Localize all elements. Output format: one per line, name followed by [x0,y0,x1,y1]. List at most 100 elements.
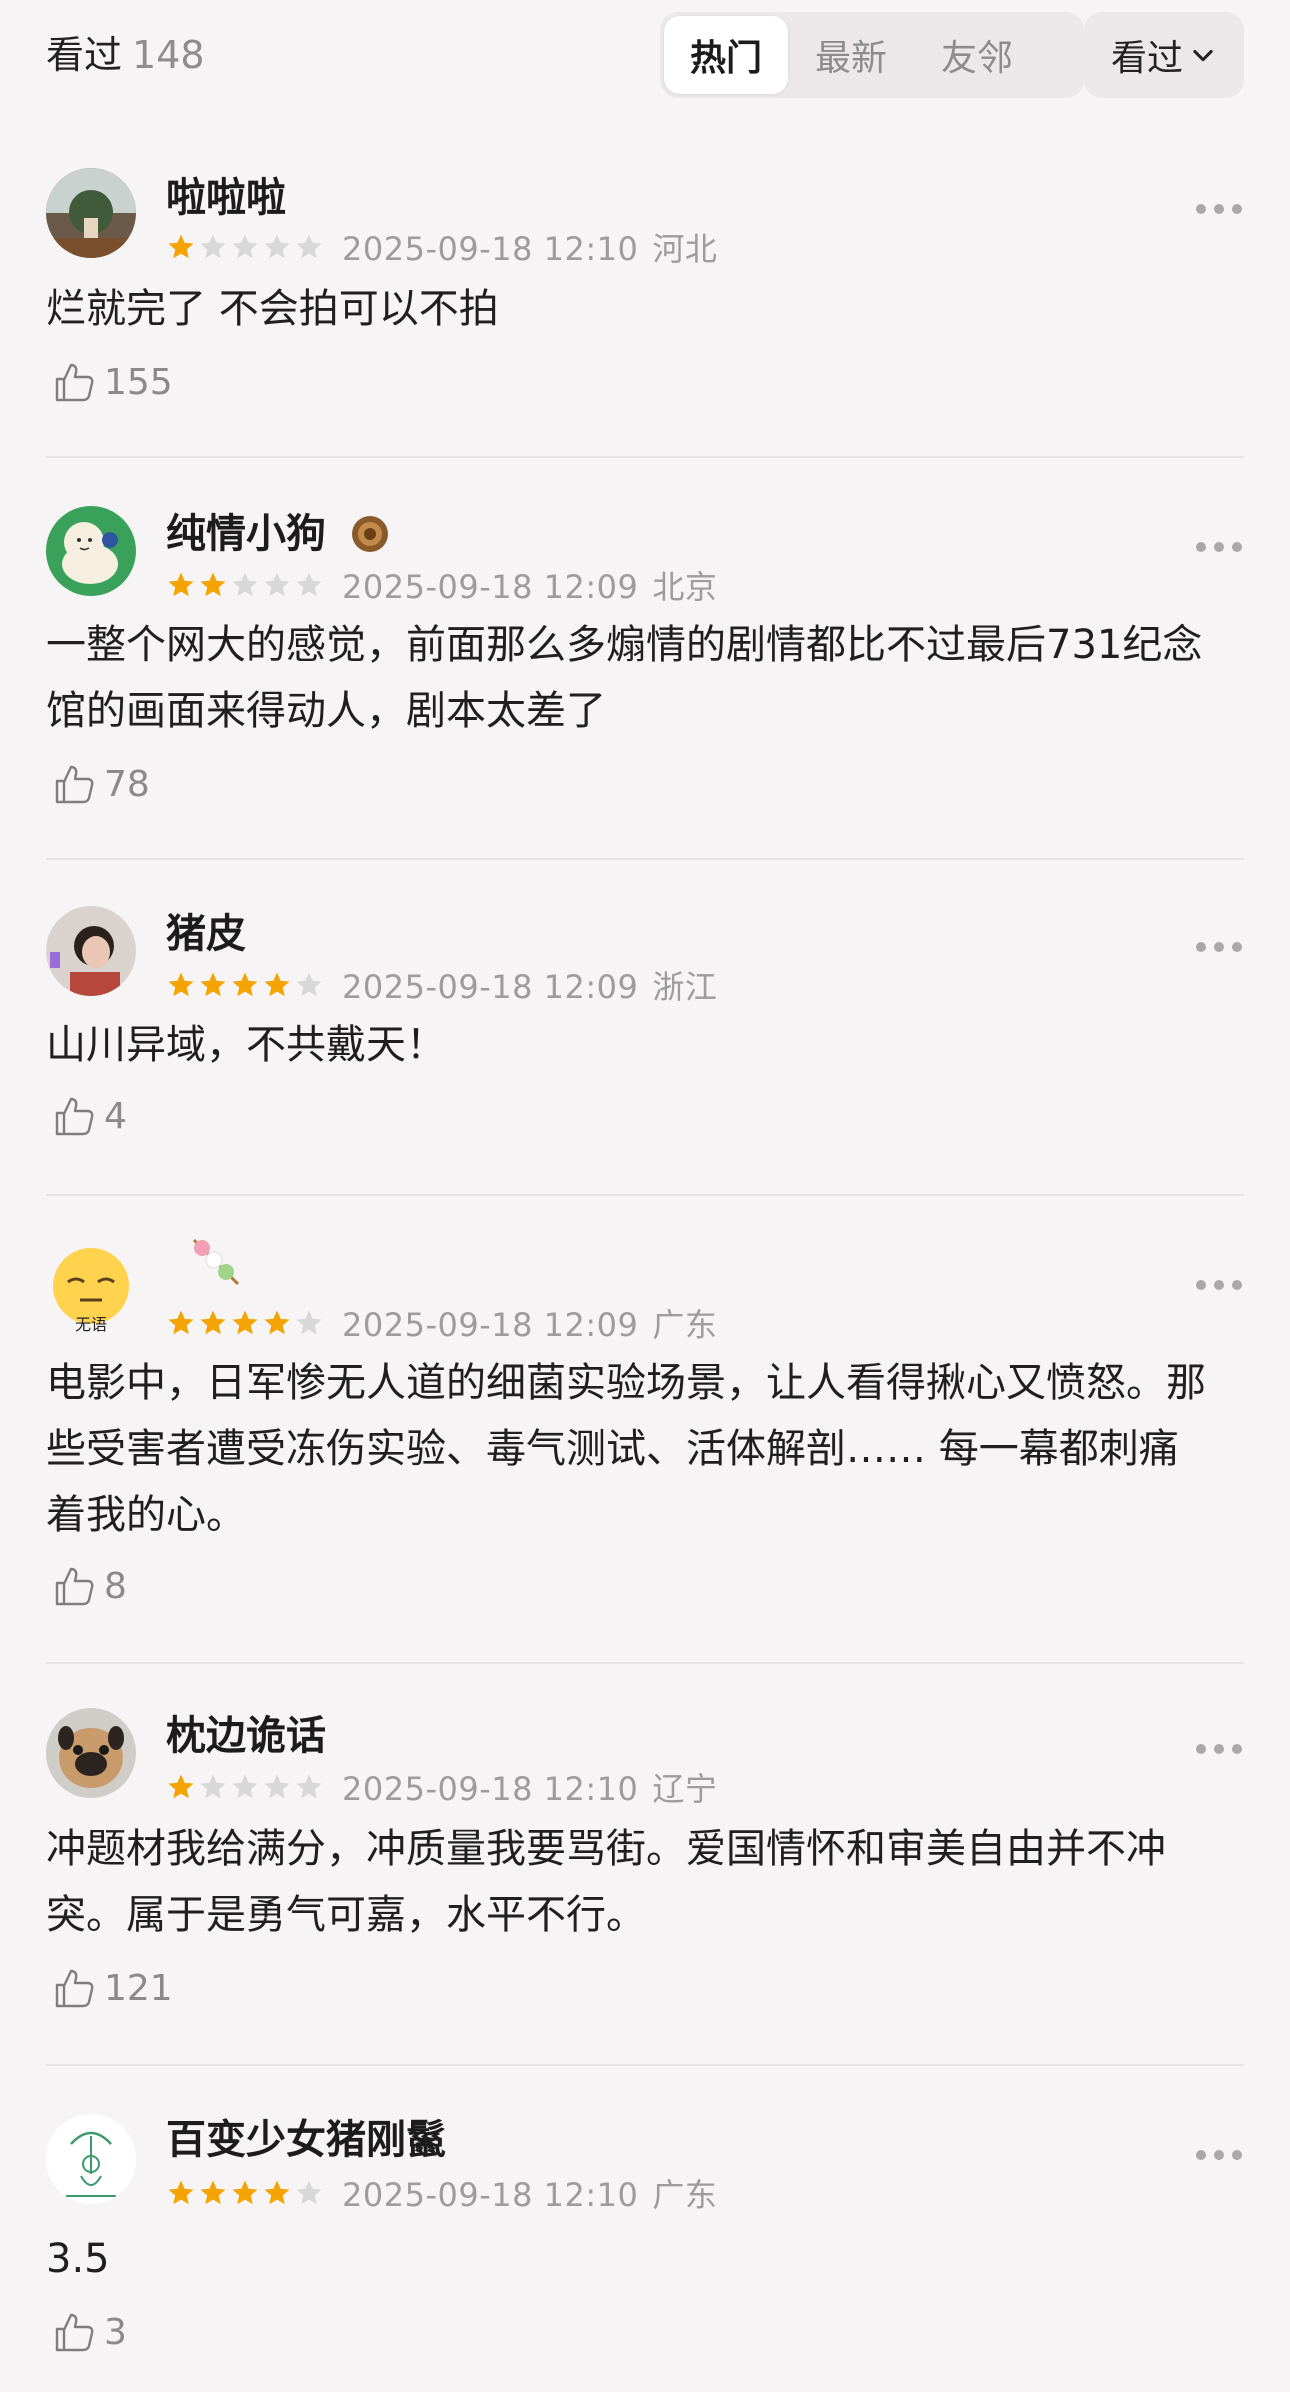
like-button[interactable]: 3 [50,2308,127,2356]
star-empty-icon [296,1774,322,1799]
star-filled-icon [264,1310,290,1335]
username[interactable]: 猪皮 [166,910,246,958]
star-filled-icon [168,234,194,259]
avatar[interactable]: 无语 [46,1244,136,1334]
thumbs-up-icon [55,363,94,402]
comment-text: 3.5 [46,2236,110,2282]
comment-meta: 2025-09-18 12:10 广东 [166,2170,717,2216]
star-empty-icon [232,1774,258,1799]
like-button[interactable]: 4 [50,1092,127,1140]
comment-region: 浙江 [652,968,718,1006]
comment-meta: 2025-09-18 12:09 广东 [166,1300,717,1346]
username[interactable]: 纯情小狗 [166,510,326,558]
avatar-caption: 无语 [75,1315,107,1334]
comment-region: 北京 [652,568,718,606]
comment-text: 山川异域，不共戴天！ [46,1022,446,1068]
star-empty-icon [232,572,258,597]
comment-time: 2025-09-18 12:09 [342,568,639,606]
star-filled-icon [232,2180,258,2205]
comment-time: 2025-09-18 12:10 [342,2176,639,2214]
avatar[interactable] [46,1708,136,1798]
comment-item: 啦啦啦 2025-09-18 12:10 河北 烂就完了 不会拍可以不拍 155 [46,110,1244,458]
star-filled-icon [168,572,194,597]
sort-tabs: 热门 最新 友邻 [660,12,1084,98]
comment-region: 河北 [652,230,718,268]
more-options-icon[interactable] [1196,1280,1242,1294]
more-options-icon[interactable] [1196,204,1242,218]
rating-stars [166,232,324,262]
comment-item: 枕边诡话 2025-09-18 12:10 辽宁 冲题材我给满分，冲质量我要骂街。… [46,1664,1244,2066]
comment-text: 电影中，日军惨无人道的细菌实验场景，让人看得揪心又愤怒。那些受害者遭受冻伤实验、… [46,1360,1206,1538]
thumbs-up-icon [55,1097,94,1136]
more-options-icon[interactable] [1196,542,1242,556]
like-button[interactable]: 8 [50,1562,127,1610]
comment-region: 广东 [652,2176,718,2214]
tab-hot[interactable]: 热门 [664,16,788,94]
comment-item: 猪皮 2025-09-18 12:09 浙江 山川异域，不共戴天！ 4 [46,860,1244,1196]
chevron-down-icon [1193,49,1213,62]
comment-item: 百变少女猪刚鬣 2025-09-18 12:10 广东 3.5 3 [46,2066,1244,2386]
thumbs-up-icon [55,1969,94,2008]
like-count: 121 [104,1967,173,2009]
comment-time: 2025-09-18 12:10 [342,1770,639,1808]
comments-page: 看过 148 热门 最新 友邻 看过 啦啦啦 2025-09-18 12:10 河北… [0,0,1290,2392]
star-empty-icon [296,1310,322,1335]
like-count: 155 [104,361,173,403]
star-filled-icon [200,2180,226,2205]
rating-stars [166,570,324,600]
star-filled-icon [200,572,226,597]
star-empty-icon [296,234,322,259]
avatar[interactable] [46,168,136,258]
rating-stars [166,1308,324,1338]
more-options-icon[interactable] [1196,2150,1242,2164]
like-button[interactable]: 155 [50,358,173,406]
more-options-icon[interactable] [1196,942,1242,956]
username[interactable]: 百变少女猪刚鬣 [166,2116,446,2164]
star-empty-icon [200,1774,226,1799]
like-count: 3 [104,2311,127,2353]
star-empty-icon [296,972,322,997]
medal-icon [352,516,388,552]
comment-meta: 2025-09-18 12:09 北京 [166,562,717,608]
rating-stars [166,1772,324,1802]
username[interactable]: 啦啦啦 [166,174,286,222]
star-empty-icon [232,234,258,259]
comment-text: 一整个网大的感觉，前面那么多煽情的剧情都比不过最后731纪念馆的画面来得动人，剧… [46,622,1203,734]
seen-count-label: 看过 148 [46,34,205,76]
comment-item: 纯情小狗 2025-09-18 12:09 北京 一整个网大的感觉，前面那么多煽情… [46,458,1244,860]
comment-region: 辽宁 [652,1770,718,1808]
thumbs-up-icon [55,2313,94,2352]
star-filled-icon [168,1774,194,1799]
seen-count: 148 [132,33,205,77]
avatar[interactable] [46,506,136,596]
star-filled-icon [168,972,194,997]
comment-meta: 2025-09-18 12:10 河北 [166,224,717,270]
like-count: 4 [104,1095,127,1137]
comment-time: 2025-09-18 12:09 [342,968,639,1006]
comment-time: 2025-09-18 12:09 [342,1306,639,1344]
tab-latest[interactable]: 最新 [788,16,914,94]
star-empty-icon [264,1774,290,1799]
star-filled-icon [232,972,258,997]
star-filled-icon [264,2180,290,2205]
avatar[interactable] [46,2114,136,2204]
more-options-icon[interactable] [1196,1744,1242,1758]
like-count: 8 [104,1565,127,1607]
comment-meta: 2025-09-18 12:10 辽宁 [166,1764,717,1810]
star-filled-icon [168,1310,194,1335]
like-button[interactable]: 78 [50,760,150,808]
comment-meta: 2025-09-18 12:09 浙江 [166,962,717,1008]
filter-dropdown[interactable]: 看过 [1084,12,1244,98]
comment-region: 广东 [652,1306,718,1344]
username[interactable]: 枕边诡话 [166,1712,326,1760]
star-filled-icon [264,972,290,997]
rating-stars [166,970,324,1000]
star-filled-icon [200,972,226,997]
comment-item: 无语 2025-09-18 12:09 广东 电影中，日军惨无人道的细菌实验场景，… [46,1196,1244,1664]
avatar[interactable] [46,906,136,996]
tab-friends[interactable]: 友邻 [914,16,1040,94]
comment-text: 烂就完了 不会拍可以不拍 [46,286,499,332]
star-filled-icon [200,1310,226,1335]
like-button[interactable]: 121 [50,1964,173,2012]
star-empty-icon [296,572,322,597]
